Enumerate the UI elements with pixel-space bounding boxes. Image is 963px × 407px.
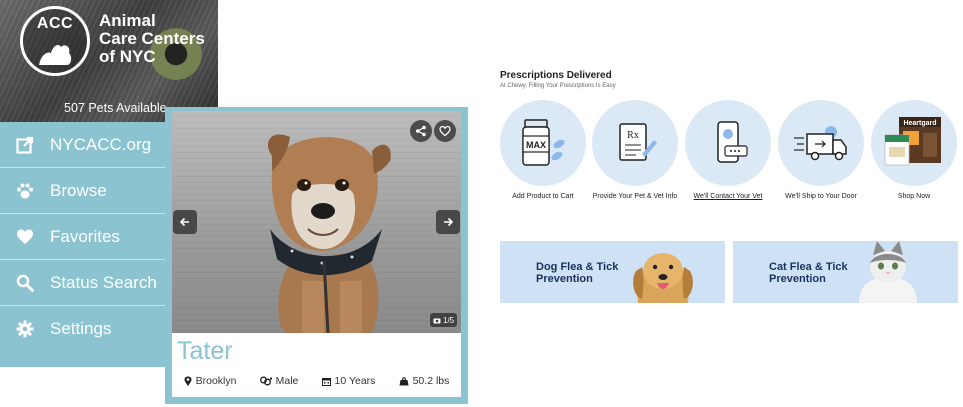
menu-item-nycacc[interactable]: NYCACC.org — [0, 122, 166, 168]
pet-age-text: 10 Years — [334, 375, 376, 387]
next-photo-button[interactable] — [436, 210, 460, 234]
medicine-bottle-icon: MAX — [522, 119, 565, 166]
step-label: Shop Now — [897, 193, 931, 200]
pet-photo[interactable]: 1/5 — [172, 111, 461, 333]
acc-name: Animal Care Centers of NYC — [99, 12, 205, 66]
photo-counter-badge: 1/5 — [430, 313, 458, 327]
menu-item-settings[interactable]: Settings — [0, 306, 166, 352]
pets-silhouette-icon — [39, 45, 72, 65]
step-circle: MAX — [500, 100, 586, 186]
acc-side-menu: NYCACC.org Browse Favorites Status Searc… — [0, 122, 166, 367]
favorite-button[interactable] — [434, 120, 456, 142]
step-label: We'll Ship to Your Door — [785, 193, 857, 200]
step-label[interactable]: We'll Contact Your Vet — [682, 192, 774, 201]
form-rx-text: Rx — [627, 130, 639, 141]
pets-available-count: 507 Pets Available — [64, 101, 167, 115]
gender-icon — [259, 376, 272, 386]
step-label: Add Product to Cart — [512, 193, 574, 200]
prescriptions-title: Prescriptions Delivered — [500, 70, 612, 81]
menu-item-label: Favorites — [50, 226, 120, 246]
external-link-icon — [0, 136, 50, 154]
pet-attributes: Brooklyn Male 10 Years 50.2 lbs — [172, 375, 461, 387]
menu-item-label: Status Search — [50, 272, 157, 292]
pet-sex: Male — [259, 375, 299, 387]
step-circle: Heartgard — [871, 100, 957, 186]
logo-letters: ACC — [36, 15, 74, 32]
step-label: Provide Your Pet & Vet Info — [592, 193, 678, 200]
gear-icon — [0, 320, 50, 338]
calendar-icon — [321, 377, 331, 386]
heart-icon — [0, 228, 50, 246]
step-shop-now[interactable]: Heartgard Shop Now — [868, 100, 960, 201]
menu-item-favorites[interactable]: Favorites — [0, 214, 166, 260]
arrow-right-icon — [444, 217, 454, 227]
banner-label: Dog Flea & Tick Prevention — [536, 261, 619, 285]
menu-item-browse[interactable]: Browse — [0, 168, 166, 214]
pet-card[interactable]: 1/5 Tater Brooklyn Male 10 Years 50.2 lb… — [165, 107, 468, 404]
paw-icon — [0, 182, 50, 200]
step-provide-info[interactable]: Rx Provide Your Pet & Vet Info — [589, 100, 681, 201]
product-box-icon: Heartgard — [884, 117, 941, 166]
dog-flea-tick-banner[interactable]: Dog Flea & Tick Prevention — [500, 241, 725, 303]
step-circle: Rx — [592, 100, 678, 186]
pet-age: 10 Years — [321, 375, 376, 387]
prescription-form-icon: Rx — [619, 123, 657, 161]
step-circle — [685, 100, 771, 186]
step-ship[interactable]: We'll Ship to Your Door — [775, 100, 867, 201]
menu-item-label: Settings — [50, 319, 112, 338]
menu-item-label: NYCACC.org — [50, 134, 152, 154]
search-icon — [0, 274, 50, 292]
prescriptions-subtitle: At Chewy, Filling Your Prescriptions Is … — [500, 83, 616, 89]
share-icon — [416, 125, 426, 137]
cat-flea-tick-banner[interactable]: Cat Flea & Tick Prevention — [733, 241, 958, 303]
box-brand-text: Heartgard — [903, 120, 936, 127]
weight-icon — [399, 376, 409, 385]
screenshot-root: ACC Animal Care Centers of NYC 507 Pets … — [0, 0, 963, 407]
bottle-text: MAX — [526, 140, 546, 150]
acc-name-line: Animal — [99, 11, 156, 30]
step-circle — [778, 100, 864, 186]
share-button[interactable] — [410, 120, 432, 142]
acc-logo[interactable]: ACC — [20, 6, 90, 76]
acc-header: ACC Animal Care Centers of NYC 507 Pets … — [0, 0, 218, 122]
pet-location-text: Brooklyn — [195, 375, 237, 387]
cat-image — [859, 241, 917, 303]
heart-outline-icon — [439, 125, 451, 137]
menu-item-status-search[interactable]: Status Search — [0, 260, 166, 306]
previous-photo-button[interactable] — [173, 210, 197, 234]
map-pin-icon — [184, 376, 192, 386]
pet-info: Tater Brooklyn Male 10 Years 50.2 lbs — [172, 333, 461, 397]
pet-weight: 50.2 lbs — [399, 375, 450, 387]
menu-item-label: Browse — [50, 180, 107, 200]
pet-location: Brooklyn — [184, 375, 237, 387]
pet-name: Tater — [177, 337, 233, 365]
phone-icon — [717, 121, 748, 163]
acc-name-line: Care Centers — [99, 29, 205, 48]
arrow-left-icon — [179, 217, 189, 227]
acc-name-line: of NYC — [99, 47, 156, 66]
pet-sex-text: Male — [275, 375, 299, 387]
dog-image — [633, 253, 693, 303]
dog-photo-image — [268, 134, 391, 333]
step-add-product[interactable]: MAX Add Product to Cart — [497, 100, 589, 201]
camera-icon — [433, 318, 441, 323]
delivery-truck-icon — [794, 126, 847, 161]
photo-counter-text: 1/5 — [443, 315, 455, 325]
pet-weight-text: 50.2 lbs — [412, 375, 450, 387]
step-contact-vet[interactable]: We'll Contact Your Vet — [682, 100, 774, 201]
